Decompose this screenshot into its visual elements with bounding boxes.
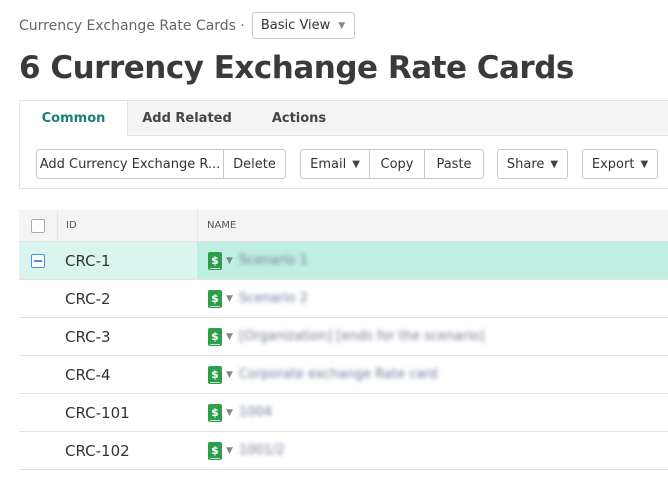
row-select-cell: [19, 318, 57, 355]
caret-down-icon[interactable]: ▼: [226, 294, 233, 304]
row-name[interactable]: Scenario 1: [239, 253, 308, 268]
share-button[interactable]: Share ▼: [498, 150, 567, 178]
column-header-id[interactable]: ID: [57, 210, 197, 241]
row-name[interactable]: Corporate exchange Rate card: [239, 367, 438, 382]
email-label: Email: [310, 156, 347, 172]
row-name-cell: $ ▼ Scenario 1: [197, 242, 668, 279]
tab-common[interactable]: Common: [20, 101, 128, 136]
caret-down-icon: ▼: [640, 158, 649, 170]
table-row[interactable]: CRC-1 $ ▼ Scenario 1: [19, 242, 668, 280]
view-selector[interactable]: Basic View ▼: [251, 12, 356, 39]
caret-down-icon[interactable]: ▼: [226, 408, 233, 418]
action-panel: Common Add Related Actions Add Currency …: [19, 100, 668, 189]
table-row[interactable]: CRC-2 $ ▼ Scenario 2: [19, 280, 668, 318]
row-select-cell: [19, 242, 57, 279]
share-button-group: Share ▼: [497, 149, 568, 179]
chevron-down-icon: ▼: [338, 20, 346, 31]
dollar-card-icon: $: [208, 441, 222, 460]
caret-down-icon[interactable]: ▼: [226, 446, 233, 456]
table-header: ID NAME: [19, 210, 668, 242]
row-name[interactable]: [Organization] [ends for the scenario]: [239, 329, 484, 344]
select-all-checkbox[interactable]: [31, 218, 45, 233]
paste-button[interactable]: Paste: [424, 150, 483, 178]
row-select-cell: [19, 280, 57, 317]
export-button[interactable]: Export ▼: [583, 150, 657, 178]
caret-down-icon[interactable]: ▼: [226, 332, 233, 342]
dollar-card-icon: $: [208, 365, 222, 384]
dollar-card-icon: $: [208, 327, 222, 346]
table-row[interactable]: CRC-102 $ ▼ 1001/2: [19, 432, 668, 470]
row-id[interactable]: CRC-3: [57, 318, 197, 355]
caret-down-icon: ▼: [550, 158, 559, 170]
row-name[interactable]: Scenario 2: [239, 291, 308, 306]
row-selected-checkbox[interactable]: [31, 253, 45, 268]
row-name-cell: $ ▼ 1001/2: [197, 432, 668, 469]
breadcrumb-label: Currency Exchange Rate Cards ·: [19, 17, 245, 34]
email-button[interactable]: Email ▼: [301, 150, 369, 178]
dollar-card-icon: $: [208, 251, 222, 270]
delete-button[interactable]: Delete: [223, 150, 285, 178]
clipboard-button-group: Email ▼ Copy Paste: [300, 149, 484, 179]
row-name-cell: $ ▼ Scenario 2: [197, 280, 668, 317]
table-row[interactable]: CRC-101 $ ▼ 1004: [19, 394, 668, 432]
add-currency-exchange-rate-card-button[interactable]: Add Currency Exchange R...: [37, 150, 223, 178]
export-button-group: Export ▼: [582, 149, 658, 179]
tab-bar: Common Add Related Actions: [20, 101, 668, 136]
table-row[interactable]: CRC-4 $ ▼ Corporate exchange Rate card: [19, 356, 668, 394]
row-name-cell: $ ▼ Corporate exchange Rate card: [197, 356, 668, 393]
row-id[interactable]: CRC-1: [57, 242, 197, 279]
dollar-card-icon: $: [208, 403, 222, 422]
row-name-cell: $ ▼ 1004: [197, 394, 668, 431]
row-id[interactable]: CRC-2: [57, 280, 197, 317]
tab-add-related[interactable]: Add Related: [128, 101, 246, 136]
row-select-cell: [19, 356, 57, 393]
row-name[interactable]: 1004: [239, 405, 272, 420]
row-id[interactable]: CRC-101: [57, 394, 197, 431]
tab-actions[interactable]: Actions: [246, 101, 352, 136]
records-table: ID NAME CRC-1 $ ▼ Scenario 1 CRC-2 $ ▼ S…: [19, 210, 668, 470]
table-row[interactable]: CRC-3 $ ▼ [Organization] [ends for the s…: [19, 318, 668, 356]
breadcrumb: Currency Exchange Rate Cards · Basic Vie…: [19, 12, 356, 39]
copy-button[interactable]: Copy: [369, 150, 424, 178]
caret-down-icon: ▼: [352, 158, 360, 170]
caret-down-icon[interactable]: ▼: [226, 370, 233, 380]
view-selector-value: Basic View: [260, 18, 331, 33]
page-title: 6 Currency Exchange Rate Cards: [19, 50, 574, 86]
share-label: Share: [506, 156, 545, 172]
record-button-group: Add Currency Exchange R... Delete: [36, 149, 286, 179]
row-select-cell: [19, 394, 57, 431]
select-all-cell: [19, 210, 57, 241]
export-label: Export: [591, 156, 635, 172]
caret-down-icon[interactable]: ▼: [226, 256, 233, 266]
dollar-card-icon: $: [208, 289, 222, 308]
column-header-name[interactable]: NAME: [197, 210, 668, 241]
row-id[interactable]: CRC-4: [57, 356, 197, 393]
row-name-cell: $ ▼ [Organization] [ends for the scenari…: [197, 318, 668, 355]
row-name[interactable]: 1001/2: [239, 443, 285, 458]
row-id[interactable]: CRC-102: [57, 432, 197, 469]
row-select-cell: [19, 432, 57, 469]
